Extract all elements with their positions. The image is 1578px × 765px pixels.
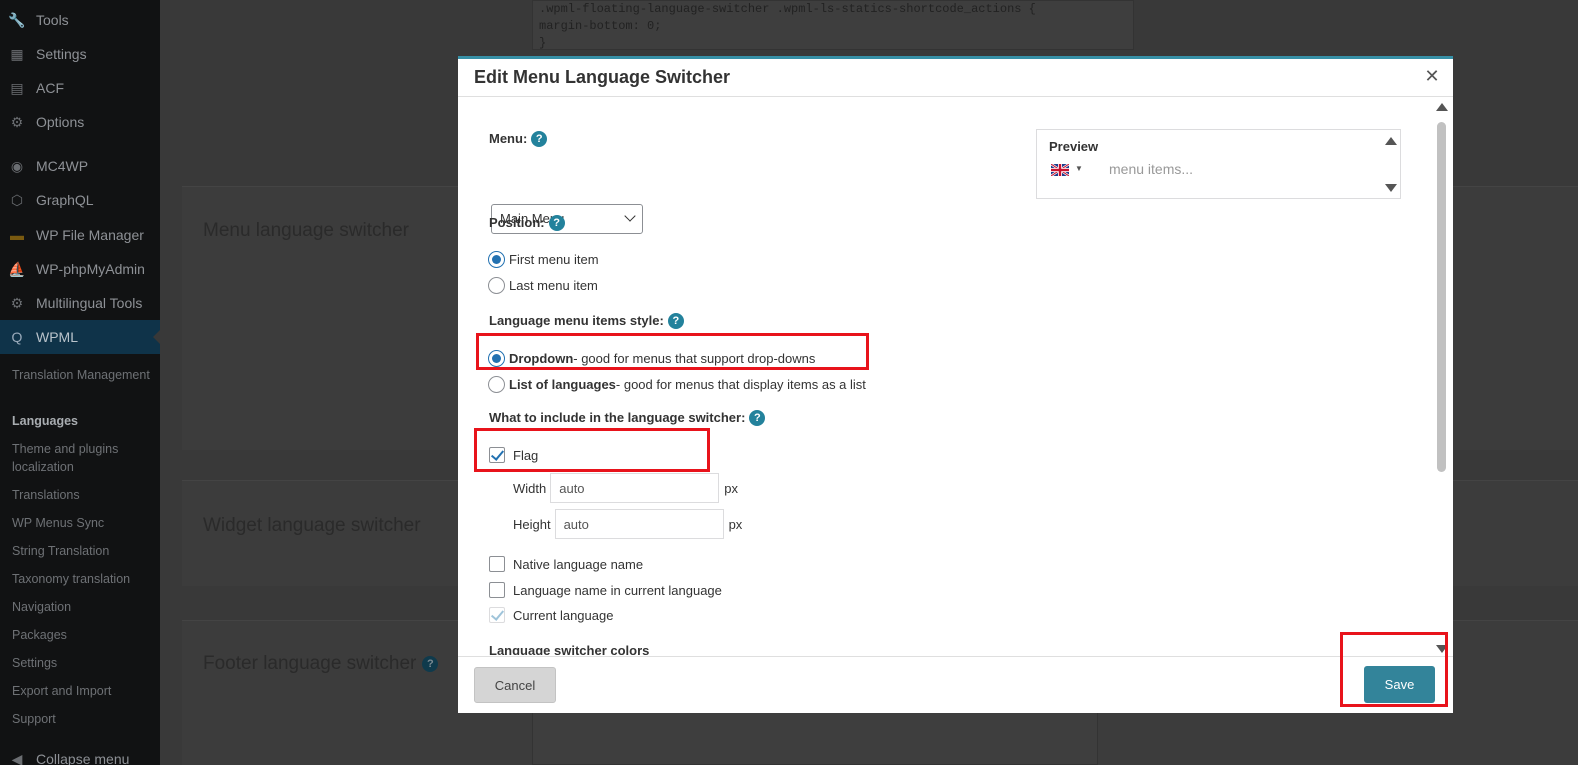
current-lang-name-checkbox[interactable]: Language name in current language bbox=[489, 582, 722, 598]
colors-label: Language switcher colors bbox=[489, 643, 650, 655]
submenu-languages[interactable]: Languages bbox=[12, 412, 152, 430]
sidebar-item-options[interactable]: ⚙ Options bbox=[0, 105, 160, 139]
scroll-down-icon[interactable] bbox=[1385, 184, 1397, 192]
sidebar-item-wp-phpmyadmin[interactable]: ⛵ WP-phpMyAdmin bbox=[0, 252, 160, 286]
sidebar-item-wpml[interactable]: Q WPML bbox=[0, 320, 160, 354]
submenu-settings[interactable]: Settings bbox=[12, 654, 152, 672]
native-name-checkbox[interactable]: Native language name bbox=[489, 556, 643, 572]
radio-button[interactable] bbox=[488, 277, 505, 294]
admin-sidebar: 🔧 Tools ▦ Settings ▤ ACF ⚙ Options ◉ MC4WP ⬡ G… bbox=[0, 0, 160, 765]
position-first-radio[interactable]: First menu item bbox=[488, 251, 599, 268]
dialog-footer: Cancel Save bbox=[458, 656, 1453, 713]
sail-icon: ⛵ bbox=[8, 260, 26, 277]
flag-height-row: Height px bbox=[513, 509, 742, 539]
dialog-header: Edit Menu Language Switcher ✕ bbox=[458, 59, 1453, 97]
collapse-menu-button[interactable]: ◀ Collapse menu bbox=[0, 742, 160, 765]
help-icon: ? bbox=[422, 655, 439, 672]
dialog-title: Edit Menu Language Switcher bbox=[474, 67, 731, 87]
cancel-button[interactable]: Cancel bbox=[474, 667, 556, 703]
position-last-radio[interactable]: Last menu item bbox=[488, 277, 598, 294]
chevron-down-icon bbox=[624, 210, 636, 222]
checkbox bbox=[489, 607, 505, 623]
footer-css-box bbox=[532, 712, 1098, 765]
gear-icon: ⚙ bbox=[10, 294, 24, 311]
position-label: Position:? bbox=[489, 215, 565, 231]
sidebar-item-tools[interactable]: 🔧 Tools bbox=[0, 3, 160, 37]
section-title-footer: Footer language switcher? bbox=[203, 653, 439, 675]
section-title-widget: Widget language switcher bbox=[203, 515, 421, 536]
code-line: } bbox=[539, 36, 547, 50]
sidebar-item-mc4wp[interactable]: ◉ MC4WP bbox=[0, 149, 160, 183]
preview-box: Preview ▼ menu items... bbox=[1036, 129, 1401, 199]
close-icon[interactable]: ✕ bbox=[1421, 65, 1443, 87]
scroll-up-icon[interactable] bbox=[1385, 137, 1397, 145]
help-icon[interactable]: ? bbox=[667, 313, 684, 329]
submenu-taxonomy-translation[interactable]: Taxonomy translation bbox=[12, 570, 152, 588]
folder-icon: ▬ bbox=[10, 227, 24, 243]
submenu-support[interactable]: Support bbox=[12, 710, 152, 728]
sidebar-item-graphql[interactable]: ⬡ GraphQL bbox=[0, 183, 160, 217]
submenu-wp-menus-sync[interactable]: WP Menus Sync bbox=[12, 514, 152, 532]
scroll-up-icon[interactable] bbox=[1436, 103, 1448, 111]
mc4wp-icon: ◉ bbox=[10, 157, 24, 174]
flag-width-row: Width px bbox=[513, 473, 738, 503]
help-icon[interactable]: ? bbox=[548, 215, 565, 231]
style-dropdown-radio[interactable]: Dropdown - good for menus that support d… bbox=[488, 350, 815, 367]
dialog-body: Menu:? Main Menu Position:? First menu i… bbox=[458, 98, 1453, 655]
submenu-translation-management[interactable]: Translation Management bbox=[12, 366, 152, 384]
sidebar-item-acf[interactable]: ▤ ACF bbox=[0, 71, 160, 105]
flag-width-input[interactable] bbox=[550, 473, 720, 503]
flag-checkbox[interactable]: Flag bbox=[489, 447, 538, 463]
submenu-string-translation[interactable]: String Translation bbox=[12, 542, 152, 560]
submenu-theme-plugins-localization[interactable]: Theme and plugins localization bbox=[12, 440, 152, 476]
radio-button[interactable] bbox=[488, 376, 505, 393]
save-button[interactable]: Save bbox=[1364, 666, 1435, 703]
checkbox[interactable] bbox=[489, 556, 505, 572]
submenu-export-import[interactable]: Export and Import bbox=[12, 682, 152, 700]
scrollbar-thumb[interactable] bbox=[1437, 122, 1446, 472]
preview-menu-items: menu items... bbox=[1109, 161, 1194, 177]
section-title-menu: Menu language switcher bbox=[203, 220, 409, 241]
current-language-checkbox: Current language bbox=[489, 607, 613, 623]
dialog-scrollbar[interactable] bbox=[1435, 100, 1449, 653]
edit-menu-language-switcher-dialog: Edit Menu Language Switcher ✕ Menu:? Mai… bbox=[458, 56, 1453, 713]
settings-sliders-icon: ▦ bbox=[10, 45, 24, 62]
submenu-translations[interactable]: Translations bbox=[12, 486, 152, 504]
radio-button[interactable] bbox=[488, 350, 505, 367]
include-label: What to include in the language switcher… bbox=[489, 410, 766, 426]
menu-label: Menu:? bbox=[489, 131, 548, 147]
flag-height-input[interactable] bbox=[554, 509, 724, 539]
caret-down-icon: ▼ bbox=[1075, 164, 1083, 173]
code-line: .wpml-floating-language-switcher .wpml-l… bbox=[539, 2, 1036, 16]
sidebar-item-multilingual-tools[interactable]: ⚙ Multilingual Tools bbox=[0, 286, 160, 320]
code-line: margin-bottom: 0; bbox=[539, 19, 662, 33]
help-icon[interactable]: ? bbox=[531, 131, 548, 147]
radio-button[interactable] bbox=[488, 251, 505, 268]
submenu-navigation[interactable]: Navigation bbox=[12, 598, 152, 616]
wpml-icon: Q bbox=[11, 329, 23, 345]
submenu-packages[interactable]: Packages bbox=[12, 626, 152, 644]
scroll-down-icon[interactable] bbox=[1436, 645, 1448, 653]
graphql-icon: ⬡ bbox=[10, 191, 24, 208]
sidebar-item-wp-file-manager[interactable]: ▬ WP File Manager bbox=[0, 218, 160, 252]
uk-flag-icon bbox=[1051, 164, 1069, 176]
help-icon[interactable]: ? bbox=[749, 410, 766, 426]
preview-title: Preview bbox=[1049, 139, 1099, 154]
sidebar-item-settings[interactable]: ▦ Settings bbox=[0, 37, 160, 71]
gear-icon: ⚙ bbox=[10, 113, 24, 130]
checkbox[interactable] bbox=[489, 447, 505, 463]
wrench-icon: 🔧 bbox=[8, 11, 26, 28]
style-list-radio[interactable]: List of languages - good for menus that … bbox=[488, 376, 866, 393]
custom-css-box: .wpml-floating-language-switcher .wpml-l… bbox=[532, 0, 1134, 50]
style-label: Language menu items style:? bbox=[489, 313, 684, 329]
grid-icon: ▤ bbox=[10, 79, 24, 96]
checkbox[interactable] bbox=[489, 582, 505, 598]
collapse-icon: ◀ bbox=[11, 750, 23, 765]
